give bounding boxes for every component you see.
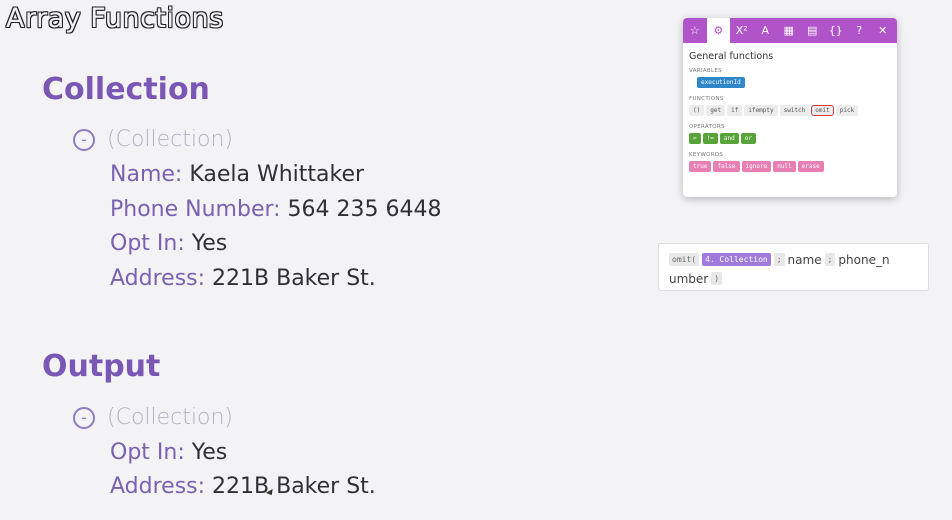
field-value: Kaela Whittaker <box>189 162 365 187</box>
field-name: Name: Kaela Whittaker <box>110 162 364 187</box>
output-heading: Output <box>42 349 161 384</box>
field-phone-number: Phone Number: 564 235 6448 <box>110 197 442 222</box>
function-pill[interactable]: switch <box>779 105 810 116</box>
output-toggle-row[interactable]: - (Collection) <box>73 405 233 430</box>
collapse-icon[interactable]: - <box>73 128 95 151</box>
function-pill[interactable]: if <box>727 105 743 116</box>
field-key: Address: <box>110 474 206 499</box>
text-icon[interactable]: A <box>754 18 778 43</box>
field-value: Yes <box>191 231 228 256</box>
keyword-pill[interactable]: ignore <box>741 161 772 172</box>
operators-label: OPERATORS <box>689 124 725 130</box>
field-key: Name: <box>110 162 183 187</box>
collection-heading: Collection <box>42 72 210 107</box>
argument-phone-number-continued[interactable]: umber <box>669 272 708 286</box>
picker-tab-bar: ☆ ⚙ X² A ▦ ▤ {} ? ✕ <box>683 18 897 43</box>
collapse-icon[interactable]: - <box>73 406 95 429</box>
separator-token: ; <box>824 253 836 266</box>
function-pill[interactable]: pick <box>835 105 859 116</box>
operator-pill[interactable]: and <box>719 133 739 144</box>
close-paren-token: ) <box>711 272 723 285</box>
operator-pill[interactable]: = <box>689 133 701 144</box>
help-icon[interactable]: ? <box>848 18 872 43</box>
collection-token[interactable]: 4. Collection <box>702 253 771 266</box>
output-field-address: Address: 221B Baker St. <box>110 474 376 499</box>
field-value: Yes <box>191 440 228 465</box>
field-value: 564 235 6448 <box>287 197 442 222</box>
keyword-pill[interactable]: erase <box>797 161 824 172</box>
argument-phone-number[interactable]: phone_n <box>838 253 889 267</box>
collection-label: (Collection) <box>107 127 233 152</box>
function-pill[interactable]: ifempty <box>744 105 778 116</box>
gear-icon[interactable]: ⚙ <box>706 18 730 43</box>
calendar-icon[interactable]: ▦ <box>777 18 801 43</box>
field-key: Phone Number: <box>110 197 281 222</box>
star-icon[interactable]: ☆ <box>683 18 707 43</box>
formula-input[interactable]: omit( 4. Collection ; name ; phone_n umb… <box>658 243 929 291</box>
field-key: Address: <box>110 266 206 291</box>
keyword-pill[interactable]: true <box>689 161 712 172</box>
operator-pill[interactable]: != <box>702 133 718 144</box>
field-key: Opt In: <box>110 440 185 465</box>
variables-label: VARIABLES <box>689 68 722 74</box>
field-key: Opt In: <box>110 231 185 256</box>
keyword-pill[interactable]: null <box>773 161 796 172</box>
keywords-label: KEYWORDS <box>689 152 724 158</box>
keyword-pill[interactable]: false <box>713 161 740 172</box>
field-value: 221B Baker St. <box>212 474 376 499</box>
variable-pill[interactable]: executionId <box>697 77 745 88</box>
functions-label: FUNCTIONS <box>689 96 724 102</box>
omit-function-pill[interactable]: omit <box>811 105 834 116</box>
braces-icon[interactable]: {} <box>824 18 848 43</box>
field-address: Address: 221B Baker St. <box>110 266 376 291</box>
field-value: 221B Baker St. <box>212 266 376 291</box>
collection-toggle-row[interactable]: - (Collection) <box>73 127 233 152</box>
table-icon[interactable]: ▤ <box>801 18 825 43</box>
close-icon[interactable]: ✕ <box>871 18 895 43</box>
page-title: Array Functions <box>6 3 224 34</box>
output-collection-label: (Collection) <box>107 405 233 430</box>
omit-function-token[interactable]: omit( <box>669 253 700 266</box>
superscript-icon[interactable]: X² <box>730 18 754 43</box>
operator-pill[interactable]: or <box>740 133 756 144</box>
argument-name[interactable]: name <box>788 253 822 267</box>
function-picker-panel: ☆ ⚙ X² A ▦ ▤ {} ? ✕ General functions VA… <box>683 18 897 197</box>
function-pill[interactable]: get <box>706 105 726 116</box>
function-pill[interactable]: () <box>689 105 705 116</box>
field-opt-in: Opt In: Yes <box>110 231 227 256</box>
output-field-opt-in: Opt In: Yes <box>110 440 227 465</box>
separator-token: ; <box>773 253 785 266</box>
picker-heading: General functions <box>689 51 774 62</box>
